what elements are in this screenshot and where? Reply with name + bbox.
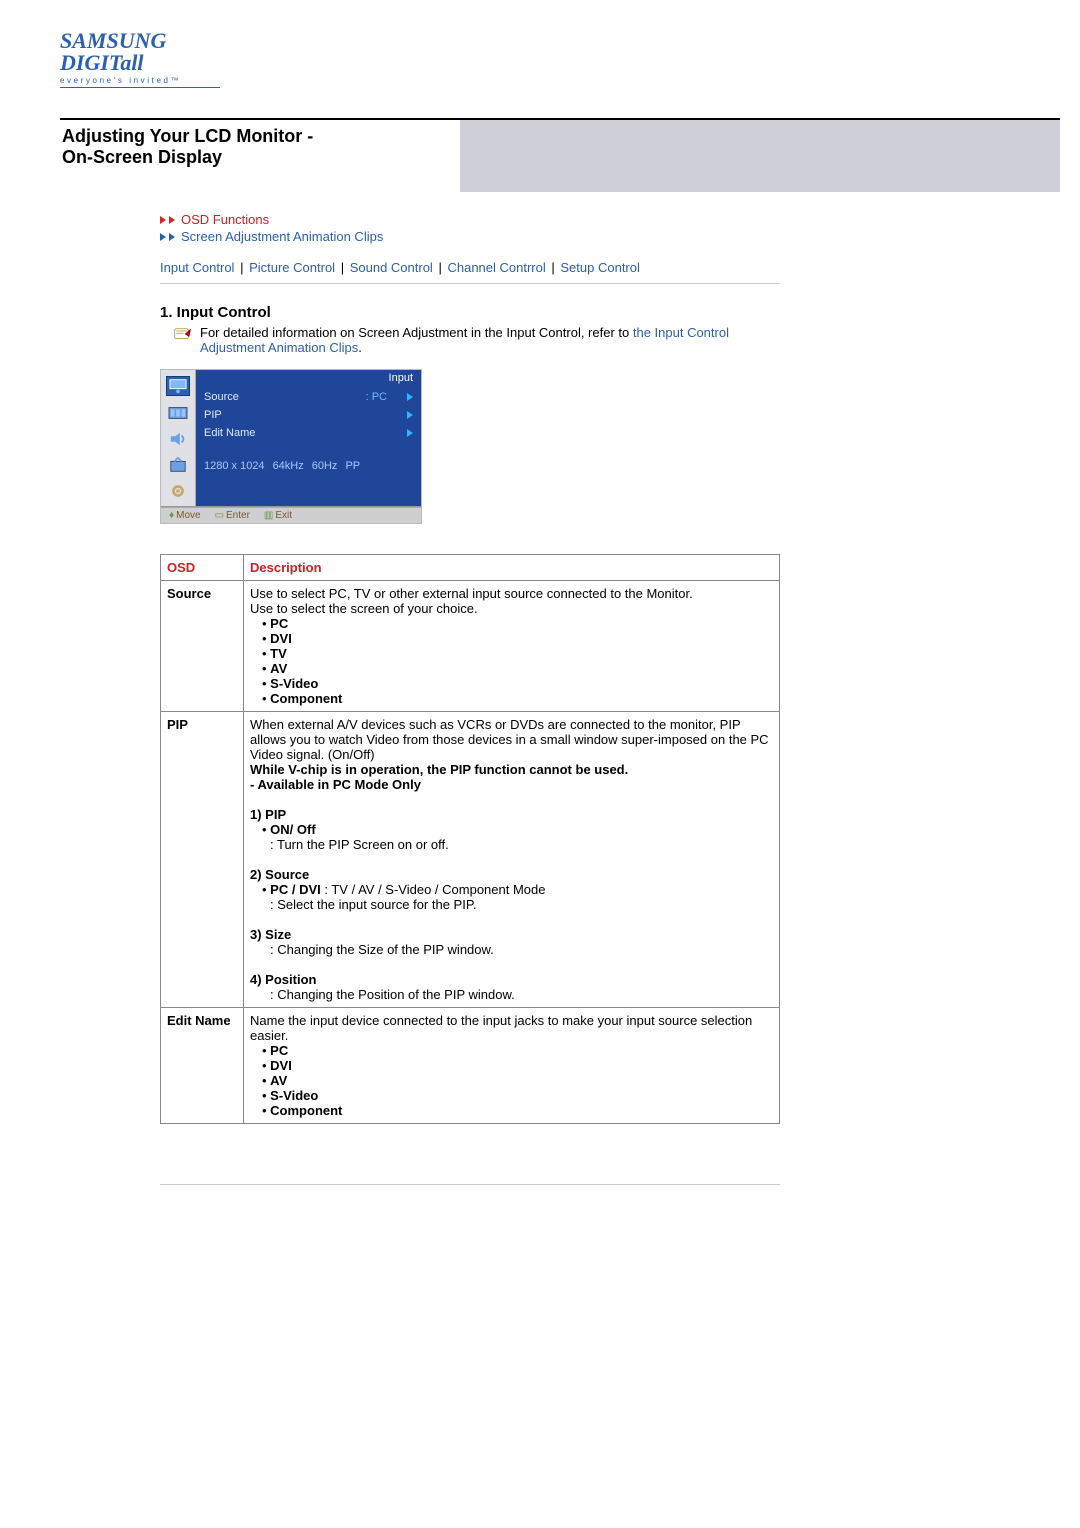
osd-category-icons bbox=[161, 370, 196, 506]
osd-vfreq: 60Hz bbox=[312, 460, 338, 472]
arrow-icon bbox=[160, 212, 163, 227]
link-screen-adjustment-clips[interactable]: Screen Adjustment Animation Clips bbox=[181, 229, 383, 244]
osd-preview-panel: Input Source : PC PIP E bbox=[160, 369, 422, 524]
input-icon bbox=[166, 376, 190, 396]
divider bbox=[160, 283, 780, 284]
section-heading: 1. Input Control bbox=[160, 304, 780, 321]
tab-picture-control[interactable]: Picture Control bbox=[249, 260, 335, 275]
osd-label: Edit Name bbox=[204, 427, 387, 439]
separator: | bbox=[551, 260, 554, 275]
brand-name: SAMSUNG DIGITall bbox=[60, 30, 220, 74]
row-source-desc: Use to select PC, TV or other external i… bbox=[244, 581, 780, 712]
osd-status-bar: 1280 x 1024 64kHz 60Hz PP bbox=[204, 442, 413, 472]
osd-foot-enter: Enter bbox=[226, 510, 250, 521]
osd-footer: ♦Move ▭Enter ▥Exit bbox=[161, 507, 421, 523]
arrow-icon bbox=[169, 212, 175, 227]
osd-label: PIP bbox=[204, 409, 387, 421]
osd-label: Source bbox=[204, 391, 366, 403]
note-icon bbox=[174, 327, 192, 341]
row-editname-desc: Name the input device connected to the i… bbox=[244, 1008, 780, 1124]
tab-channel-control[interactable]: Channel Contrrol bbox=[447, 260, 545, 275]
chevron-right-icon bbox=[407, 429, 413, 437]
osd-resolution: 1280 x 1024 bbox=[204, 460, 265, 472]
arrow-icon bbox=[169, 229, 175, 244]
osd-description-table: OSD Description Source Use to select PC,… bbox=[160, 554, 780, 1124]
row-editname: Edit Name bbox=[161, 1008, 244, 1124]
osd-foot-exit: Exit bbox=[275, 510, 292, 521]
osd-row-pip: PIP bbox=[204, 406, 413, 424]
sound-icon bbox=[167, 430, 189, 448]
row-pip-desc: When external A/V devices such as VCRs o… bbox=[244, 712, 780, 1008]
link-osd-functions[interactable]: OSD Functions bbox=[181, 212, 269, 227]
section-tabs: Input Control | Picture Control | Sound … bbox=[160, 260, 780, 275]
col-osd: OSD bbox=[161, 555, 244, 581]
table-row: Source Use to select PC, TV or other ext… bbox=[161, 581, 780, 712]
row-source: Source bbox=[161, 581, 244, 712]
osd-row-source: Source : PC bbox=[204, 388, 413, 406]
osd-foot-move: Move bbox=[176, 510, 200, 521]
divider bbox=[160, 1184, 780, 1185]
arrow-icon bbox=[160, 229, 163, 244]
chevron-right-icon bbox=[407, 393, 413, 401]
osd-mode: PP bbox=[345, 460, 360, 472]
table-row: Edit Name Name the input device connecte… bbox=[161, 1008, 780, 1124]
col-description: Description bbox=[244, 555, 780, 581]
page-title-line1: Adjusting Your LCD Monitor - bbox=[60, 126, 1060, 147]
osd-value: : PC bbox=[366, 391, 387, 403]
page-header: Adjusting Your LCD Monitor - On-Screen D… bbox=[60, 118, 1060, 192]
tab-sound-control[interactable]: Sound Control bbox=[350, 260, 433, 275]
setup-icon bbox=[167, 482, 189, 500]
channel-icon bbox=[167, 456, 189, 474]
tab-input-control[interactable]: Input Control bbox=[160, 260, 234, 275]
top-nav: OSD Functions Screen Adjustment Animatio… bbox=[160, 212, 780, 244]
table-row: PIP When external A/V devices such as VC… bbox=[161, 712, 780, 1008]
intro-text: For detailed information on Screen Adjus… bbox=[200, 325, 633, 340]
intro-suffix: . bbox=[358, 340, 362, 355]
chevron-right-icon bbox=[407, 411, 413, 419]
separator: | bbox=[341, 260, 344, 275]
enter-icon: ▭ bbox=[215, 510, 224, 521]
updown-icon: ♦ bbox=[169, 510, 174, 521]
osd-hfreq: 64kHz bbox=[273, 460, 304, 472]
row-pip: PIP bbox=[161, 712, 244, 1008]
brand-tagline: everyone's invited™ bbox=[60, 76, 220, 85]
separator: | bbox=[240, 260, 243, 275]
osd-row-editname: Edit Name bbox=[204, 424, 413, 442]
page-title-line2: On-Screen Display bbox=[60, 147, 1060, 168]
separator: | bbox=[438, 260, 441, 275]
osd-menu-title: Input bbox=[196, 370, 421, 384]
brand-logo: SAMSUNG DIGITall everyone's invited™ bbox=[60, 30, 220, 88]
tab-setup-control[interactable]: Setup Control bbox=[560, 260, 640, 275]
section-intro: For detailed information on Screen Adjus… bbox=[174, 325, 780, 355]
picture-icon bbox=[167, 404, 189, 422]
exit-icon: ▥ bbox=[264, 510, 273, 521]
